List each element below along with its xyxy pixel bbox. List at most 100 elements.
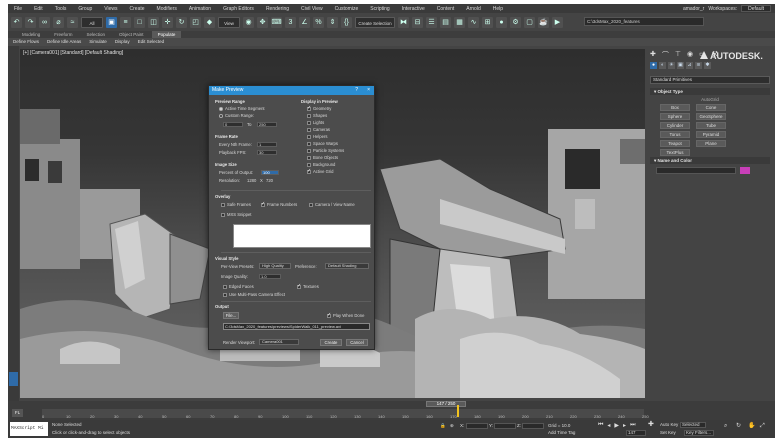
- helpers-icon[interactable]: ⊿: [686, 62, 693, 69]
- every-nth-frame-field[interactable]: 1: [257, 142, 277, 147]
- percent-output-field[interactable]: 100: [261, 170, 279, 175]
- menu-item-civil-view[interactable]: Civil View: [295, 6, 329, 12]
- systems-icon[interactable]: ✱: [704, 62, 711, 69]
- display-geometry-checkbox[interactable]: Geometry: [307, 105, 331, 111]
- undo-icon[interactable]: ↶: [11, 16, 22, 28]
- menu-item-graph-editors[interactable]: Graph Editors: [217, 6, 260, 12]
- maximize-viewport-icon[interactable]: ⤢: [760, 423, 765, 429]
- menu-item-create[interactable]: Create: [124, 6, 151, 12]
- menu-item-scripting[interactable]: Scripting: [364, 6, 395, 12]
- file-button[interactable]: File...: [223, 312, 239, 319]
- time-slider[interactable]: 147 / 250: [426, 401, 466, 407]
- mxs-snippet-textarea[interactable]: [233, 224, 371, 248]
- playback-fps-field[interactable]: 30: [257, 150, 277, 155]
- ribbon-button-simulate[interactable]: Simulate: [86, 38, 110, 46]
- viewport-layout-tab[interactable]: [9, 372, 18, 386]
- viewport-label[interactable]: [+] [Camera001] [Standard] [Default Shad…: [23, 50, 123, 56]
- unlink-icon[interactable]: ⌀: [53, 16, 64, 28]
- z-coord[interactable]: Z:: [517, 423, 545, 429]
- pyramid-button[interactable]: Pyramid: [696, 131, 726, 138]
- hierarchy-tab-icon[interactable]: ⊤: [675, 50, 681, 60]
- current-frame-field[interactable]: 147: [626, 430, 646, 436]
- y-field[interactable]: [494, 423, 517, 429]
- ribbon-button-display[interactable]: Display: [112, 38, 133, 46]
- pivot-center-icon[interactable]: ◉: [243, 16, 254, 28]
- render-setup-icon[interactable]: ⚙: [510, 16, 521, 28]
- menu-item-file[interactable]: File: [8, 6, 28, 12]
- schematic-view-icon[interactable]: ⊞: [482, 16, 493, 28]
- set-key-large-icon[interactable]: ✚: [648, 421, 654, 428]
- keyboard-shortcut-icon[interactable]: ⌨: [271, 16, 282, 28]
- safe-frames-checkbox[interactable]: Safe Frames: [221, 202, 251, 207]
- menu-item-edit[interactable]: Edit: [28, 6, 49, 12]
- menu-item-arnold[interactable]: Arnold: [460, 6, 486, 12]
- display-particle-systems-checkbox[interactable]: Particle Systems: [307, 148, 344, 153]
- reference-coord-dropdown[interactable]: View: [218, 16, 240, 28]
- display-space-warps-checkbox[interactable]: Space Warps: [307, 141, 338, 146]
- object-color-swatch[interactable]: [740, 167, 750, 174]
- ribbon-tab-freeform[interactable]: Freeform: [48, 31, 78, 38]
- active-time-segment-radio[interactable]: Active Time Segment: [219, 106, 265, 111]
- preference-dropdown[interactable]: Default Shading: [325, 263, 369, 269]
- key-filters-button[interactable]: Key Filters...: [684, 430, 714, 436]
- cancel-button[interactable]: Cancel: [346, 339, 368, 346]
- ribbon-tab-modeling[interactable]: Modeling: [16, 31, 46, 38]
- torus-button[interactable]: Torus: [660, 131, 690, 138]
- ribbon-button-define-idle-areas[interactable]: Define Idle Areas: [44, 38, 84, 46]
- workspaces-dropdown[interactable]: Default: [741, 5, 771, 12]
- image-quality-field[interactable]: 1.0: [259, 274, 281, 279]
- ribbon-button-define-flows[interactable]: Define Flows: [10, 38, 42, 46]
- material-editor-icon[interactable]: ●: [496, 16, 507, 28]
- go-to-start-icon[interactable]: ⏮: [598, 422, 603, 429]
- primitive-type-dropdown[interactable]: Standard Primitives: [650, 76, 770, 84]
- teapot-button[interactable]: Teapot: [660, 140, 690, 147]
- textures-checkbox[interactable]: Textures: [297, 283, 319, 289]
- select-by-name-icon[interactable]: ≡: [120, 16, 131, 28]
- edit-named-sets-icon[interactable]: {}: [341, 16, 352, 28]
- range-start-field[interactable]: 0: [223, 122, 243, 127]
- rect-selection-icon[interactable]: □: [134, 16, 145, 28]
- display-helpers-checkbox[interactable]: Helpers: [307, 134, 327, 139]
- link-icon[interactable]: ∞: [39, 16, 50, 28]
- mirror-icon[interactable]: ⧓: [398, 16, 409, 28]
- menu-item-help[interactable]: Help: [487, 6, 509, 12]
- timeline-track[interactable]: [42, 409, 644, 418]
- create-tab-icon[interactable]: ✚: [650, 50, 656, 60]
- y-coord[interactable]: Y:: [489, 423, 517, 429]
- edged-faces-checkbox[interactable]: Edged Faces: [223, 284, 254, 289]
- maxscript-listener[interactable]: MAXScript Mi: [10, 422, 48, 436]
- cone-button[interactable]: Cone: [696, 104, 726, 111]
- geometry-icon[interactable]: ●: [650, 62, 657, 69]
- textplus-button[interactable]: TextPlus: [660, 149, 690, 156]
- redo-icon[interactable]: ↷: [25, 16, 36, 28]
- name-color-rollout[interactable]: ▾ Name and Color: [650, 157, 770, 164]
- selection-filter-dropdown[interactable]: All: [81, 16, 103, 28]
- tube-button[interactable]: Tube: [696, 122, 726, 129]
- window-crossing-icon[interactable]: ◫: [148, 16, 159, 28]
- user-account[interactable]: amador_r: [683, 6, 704, 12]
- ribbon-button-edit-selected[interactable]: Edit Selected: [135, 38, 168, 46]
- frame-numbers-checkbox[interactable]: Frame Numbers: [261, 201, 297, 207]
- display-shapes-checkbox[interactable]: Shapes: [307, 113, 327, 118]
- lock-selection-icon[interactable]: 🔒: [440, 423, 446, 429]
- lights-icon[interactable]: ☀: [668, 62, 675, 69]
- menu-item-modifiers[interactable]: Modifiers: [151, 6, 183, 12]
- scale-icon[interactable]: ◰: [190, 16, 201, 28]
- play-when-done-checkbox[interactable]: Play When Done: [327, 312, 364, 318]
- menu-item-views[interactable]: Views: [98, 6, 123, 12]
- output-path-field[interactable]: C:\3dsMax_2020_features\previews\SpiderW…: [223, 323, 370, 330]
- menu-item-customize[interactable]: Customize: [329, 6, 365, 12]
- spinner-snap-icon[interactable]: ⇕: [327, 16, 338, 28]
- box-button[interactable]: Box: [660, 104, 690, 111]
- motion-tab-icon[interactable]: ◉: [687, 50, 693, 60]
- toggle-ribbon-icon[interactable]: ▦: [454, 16, 465, 28]
- multipass-checkbox[interactable]: Use Multi-Pass Camera Effect: [223, 292, 285, 297]
- auto-key-button[interactable]: Auto Key: [660, 422, 678, 428]
- project-path-field[interactable]: C:\3dsMax_2020_features: [584, 17, 704, 26]
- sphere-button[interactable]: Sphere: [660, 113, 690, 120]
- cylinder-button[interactable]: Cylinder: [660, 122, 690, 129]
- camera-view-name-checkbox[interactable]: Camera / View Name: [309, 202, 355, 207]
- play-icon[interactable]: ▶: [614, 422, 619, 429]
- space-warps-icon[interactable]: ≋: [695, 62, 702, 69]
- selected-dropdown[interactable]: Selected: [680, 422, 706, 428]
